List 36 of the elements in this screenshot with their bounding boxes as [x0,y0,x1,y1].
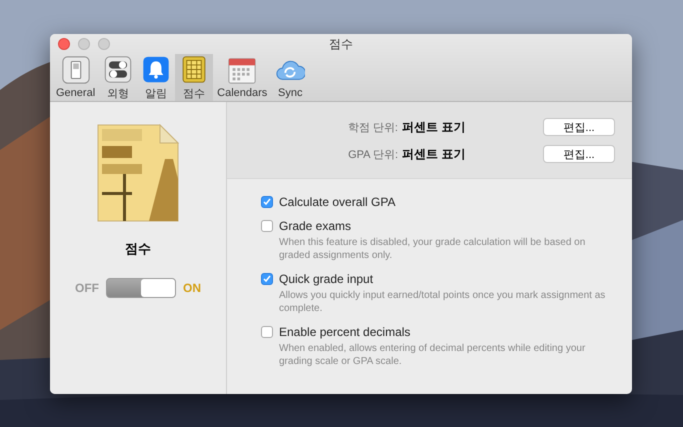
toolbar-tab[interactable]: 알림 [137,54,176,101]
checkbox[interactable] [261,273,273,285]
module-name: 점수 [125,240,151,258]
option-description: Allows you quickly input earned/total points once you mark assignment as complete. [279,289,606,315]
unit-value: 퍼센트 표기 [402,146,466,162]
toolbar-tab[interactable]: General [52,54,100,101]
toggles-icon [103,55,134,84]
on-label: ON [183,281,201,295]
checkbox[interactable] [261,196,273,208]
toolbar-tab[interactable]: 외형 [99,54,138,101]
zoom-button[interactable] [98,38,110,50]
document-icon [97,124,179,222]
unit-label: GPA 단위: [347,148,399,162]
option-label: Grade exams [279,219,352,233]
window-title: 점수 [329,36,353,50]
toolbar-tab[interactable]: Calendars [213,54,272,101]
toggle-switch[interactable] [106,278,176,298]
minimize-button[interactable] [78,38,90,50]
checkbox[interactable] [261,220,273,232]
option-description: When this feature is disabled, your grade calculation will be based on graded assignments only. [279,236,586,262]
switch-knob[interactable] [141,279,175,297]
unit-value: 퍼센트 표기 [402,118,466,136]
switch-icon [60,55,91,85]
unit-label: 학점 단위: [346,120,399,134]
bell-icon [141,55,172,84]
toolbar-tab[interactable]: 점수 [175,54,214,101]
option-label: Quick grade input [279,272,374,286]
option-label: Calculate overall GPA [279,195,396,209]
option-label: Enable percent decimals [279,325,412,339]
close-button[interactable] [58,38,70,50]
off-label: OFF [75,281,99,295]
edit-button[interactable]: 편집... [543,145,615,163]
option-description: When enabled, allows entering of decimal percents while editing your grading scale or GPA scale. [279,342,586,368]
checkbox[interactable] [261,326,273,338]
toolbar-tab[interactable]: Sync [271,54,310,101]
edit-button[interactable]: 편집... [543,118,615,136]
